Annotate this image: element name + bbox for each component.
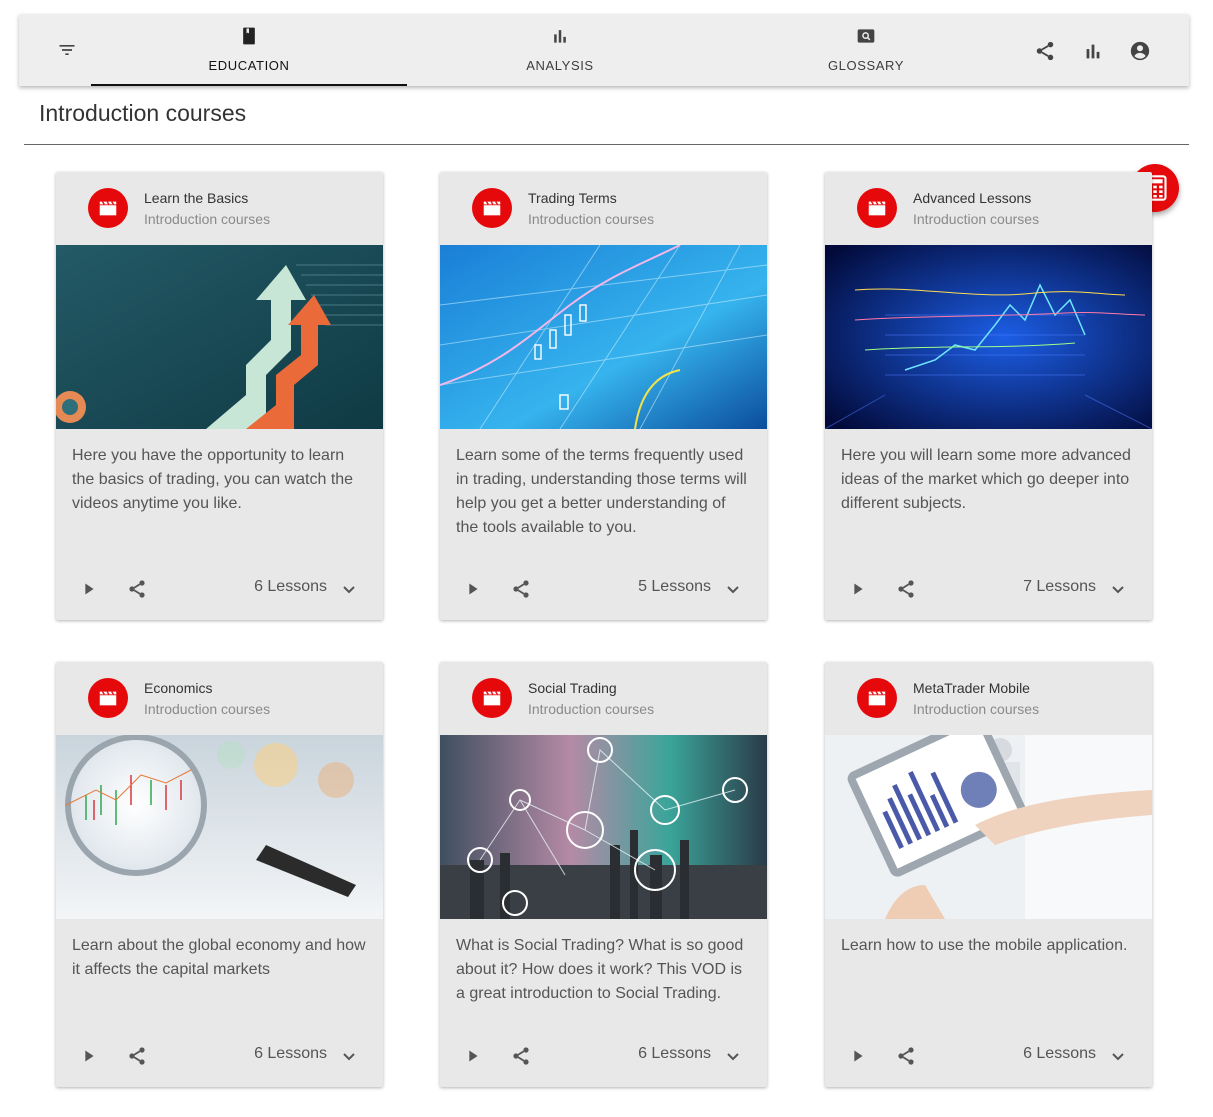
card-subtitle: Introduction courses — [144, 211, 271, 227]
lessons-count[interactable]: 6 Lessons — [254, 578, 327, 596]
book-icon — [239, 26, 259, 46]
bar-chart-icon[interactable] — [1082, 40, 1104, 62]
card-actions: 5 Lessons — [440, 556, 767, 620]
account-icon[interactable] — [1129, 40, 1151, 62]
chevron-down-icon[interactable] — [337, 1044, 361, 1068]
video-avatar — [857, 678, 897, 718]
active-tab-indicator — [91, 84, 407, 86]
card-image[interactable] — [825, 245, 1152, 429]
share-icon[interactable] — [509, 577, 533, 601]
lessons-count[interactable]: 7 Lessons — [1023, 578, 1096, 596]
card-description: Here you will learn some more advanced i… — [841, 447, 1131, 512]
clapperboard-icon — [99, 201, 117, 216]
course-card: Learn the Basics Introduction courses He… — [56, 172, 383, 620]
card-actions: 6 Lessons — [56, 1023, 383, 1087]
card-title: Learn the Basics — [144, 190, 249, 206]
card-actions: 6 Lessons — [825, 1023, 1152, 1087]
chevron-down-icon[interactable] — [721, 577, 745, 601]
card-subtitle: Introduction courses — [528, 701, 655, 717]
play-icon[interactable] — [462, 1045, 484, 1067]
card-header: Trading Terms Introduction courses — [440, 172, 767, 245]
card-header: Learn the Basics Introduction courses — [56, 172, 383, 245]
section-title: Introduction courses — [39, 100, 247, 126]
card-subtitle: Introduction courses — [913, 211, 1040, 227]
card-actions: 6 Lessons — [56, 556, 383, 620]
tab-glossary[interactable]: GLOSSARY — [713, 14, 1019, 86]
share-icon[interactable] — [509, 1044, 533, 1068]
tab-label: GLOSSARY — [827, 58, 905, 73]
clapperboard-icon — [99, 691, 117, 706]
video-avatar — [472, 188, 512, 228]
play-icon[interactable] — [78, 1045, 100, 1067]
card-image[interactable] — [825, 735, 1152, 919]
bar-chart-icon — [550, 26, 570, 46]
chevron-down-icon[interactable] — [721, 1044, 745, 1068]
card-image[interactable] — [56, 245, 383, 429]
card-title: Advanced Lessons — [913, 190, 1032, 206]
card-title: Economics — [144, 680, 213, 696]
tab-label: ANALYSIS — [526, 58, 594, 73]
card-description: Here you have the opportunity to learn t… — [72, 447, 354, 512]
card-title: Social Trading — [528, 680, 617, 696]
course-card: Trading Terms Introduction courses Learn… — [440, 172, 767, 620]
course-card: Social Trading Introduction courses What… — [440, 662, 767, 1087]
play-icon[interactable] — [847, 1045, 869, 1067]
section-divider — [24, 144, 1189, 145]
top-app-bar: EDUCATION ANALYSIS GLOSSARY — [19, 14, 1189, 86]
chevron-down-icon[interactable] — [1106, 1044, 1130, 1068]
tab-analysis[interactable]: ANALYSIS — [407, 14, 713, 86]
video-avatar — [857, 188, 897, 228]
video-avatar — [88, 188, 128, 228]
video-avatar — [472, 678, 512, 718]
card-subtitle: Introduction courses — [913, 701, 1040, 717]
lessons-count[interactable]: 6 Lessons — [254, 1045, 327, 1063]
share-icon[interactable] — [125, 1044, 149, 1068]
lessons-count[interactable]: 6 Lessons — [638, 1045, 711, 1063]
chevron-down-icon[interactable] — [337, 577, 361, 601]
card-header: Economics Introduction courses — [56, 662, 383, 735]
clapperboard-icon — [868, 201, 886, 216]
course-card: Economics Introduction courses Learn abo… — [56, 662, 383, 1087]
filter-icon[interactable] — [57, 40, 77, 60]
clapperboard-icon — [868, 691, 886, 706]
card-header: Social Trading Introduction courses — [440, 662, 767, 735]
share-icon[interactable] — [125, 577, 149, 601]
card-description: Learn some of the terms frequently used … — [456, 447, 747, 536]
lessons-count[interactable]: 6 Lessons — [1023, 1045, 1096, 1063]
course-card: MetaTrader Mobile Introduction courses L… — [825, 662, 1152, 1087]
card-actions: 6 Lessons — [440, 1023, 767, 1087]
card-subtitle: Introduction courses — [144, 701, 271, 717]
play-icon[interactable] — [847, 578, 869, 600]
card-header: Advanced Lessons Introduction courses — [825, 172, 1152, 245]
chevron-down-icon[interactable] — [1106, 577, 1130, 601]
clapperboard-icon — [483, 201, 501, 216]
card-image[interactable] — [56, 735, 383, 919]
tab-education[interactable]: EDUCATION — [91, 14, 407, 86]
card-title: Trading Terms — [528, 190, 617, 206]
share-icon[interactable] — [894, 1044, 918, 1068]
card-image[interactable] — [440, 735, 767, 919]
card-image[interactable] — [440, 245, 767, 429]
video-avatar — [88, 678, 128, 718]
play-icon[interactable] — [78, 578, 100, 600]
share-icon[interactable] — [1034, 40, 1056, 62]
play-icon[interactable] — [462, 578, 484, 600]
lessons-count[interactable]: 5 Lessons — [638, 578, 711, 596]
card-header: MetaTrader Mobile Introduction courses — [825, 662, 1152, 735]
card-subtitle: Introduction courses — [528, 211, 655, 227]
clapperboard-icon — [483, 691, 501, 706]
card-title: MetaTrader Mobile — [913, 680, 1030, 696]
share-icon[interactable] — [894, 577, 918, 601]
course-card: Advanced Lessons Introduction courses He… — [825, 172, 1152, 620]
card-actions: 7 Lessons — [825, 556, 1152, 620]
search-icon — [856, 26, 876, 46]
tab-label: EDUCATION — [208, 58, 290, 73]
